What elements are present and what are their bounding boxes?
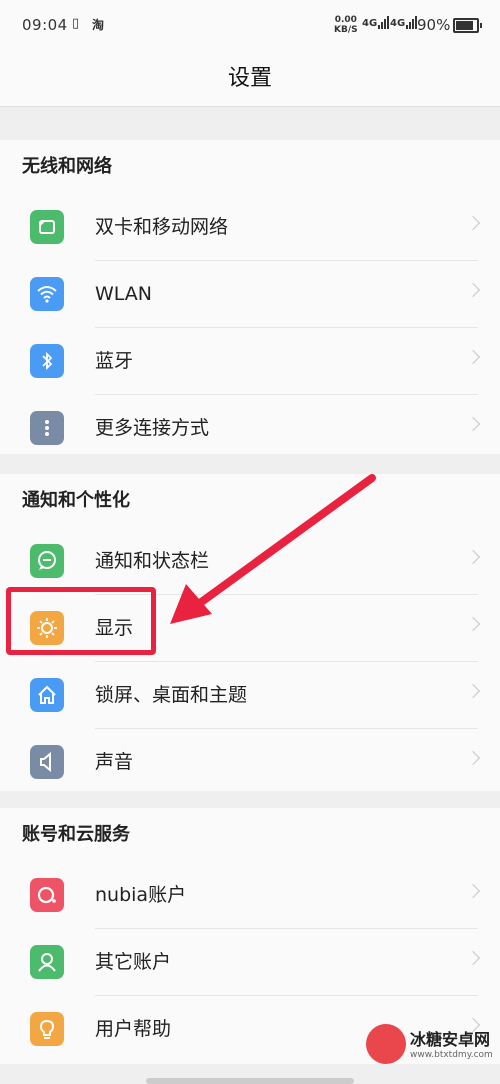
watermark-logo-icon bbox=[366, 1024, 406, 1064]
watermark-title: 冰糖安卓网 bbox=[410, 1030, 491, 1049]
watermark: 冰糖安卓网 www.btxtdmy.com bbox=[366, 1018, 496, 1078]
annotation-arrow bbox=[170, 474, 376, 624]
gesture-bar bbox=[146, 1078, 354, 1084]
watermark-url: www.btxtdmy.com bbox=[410, 1050, 493, 1060]
